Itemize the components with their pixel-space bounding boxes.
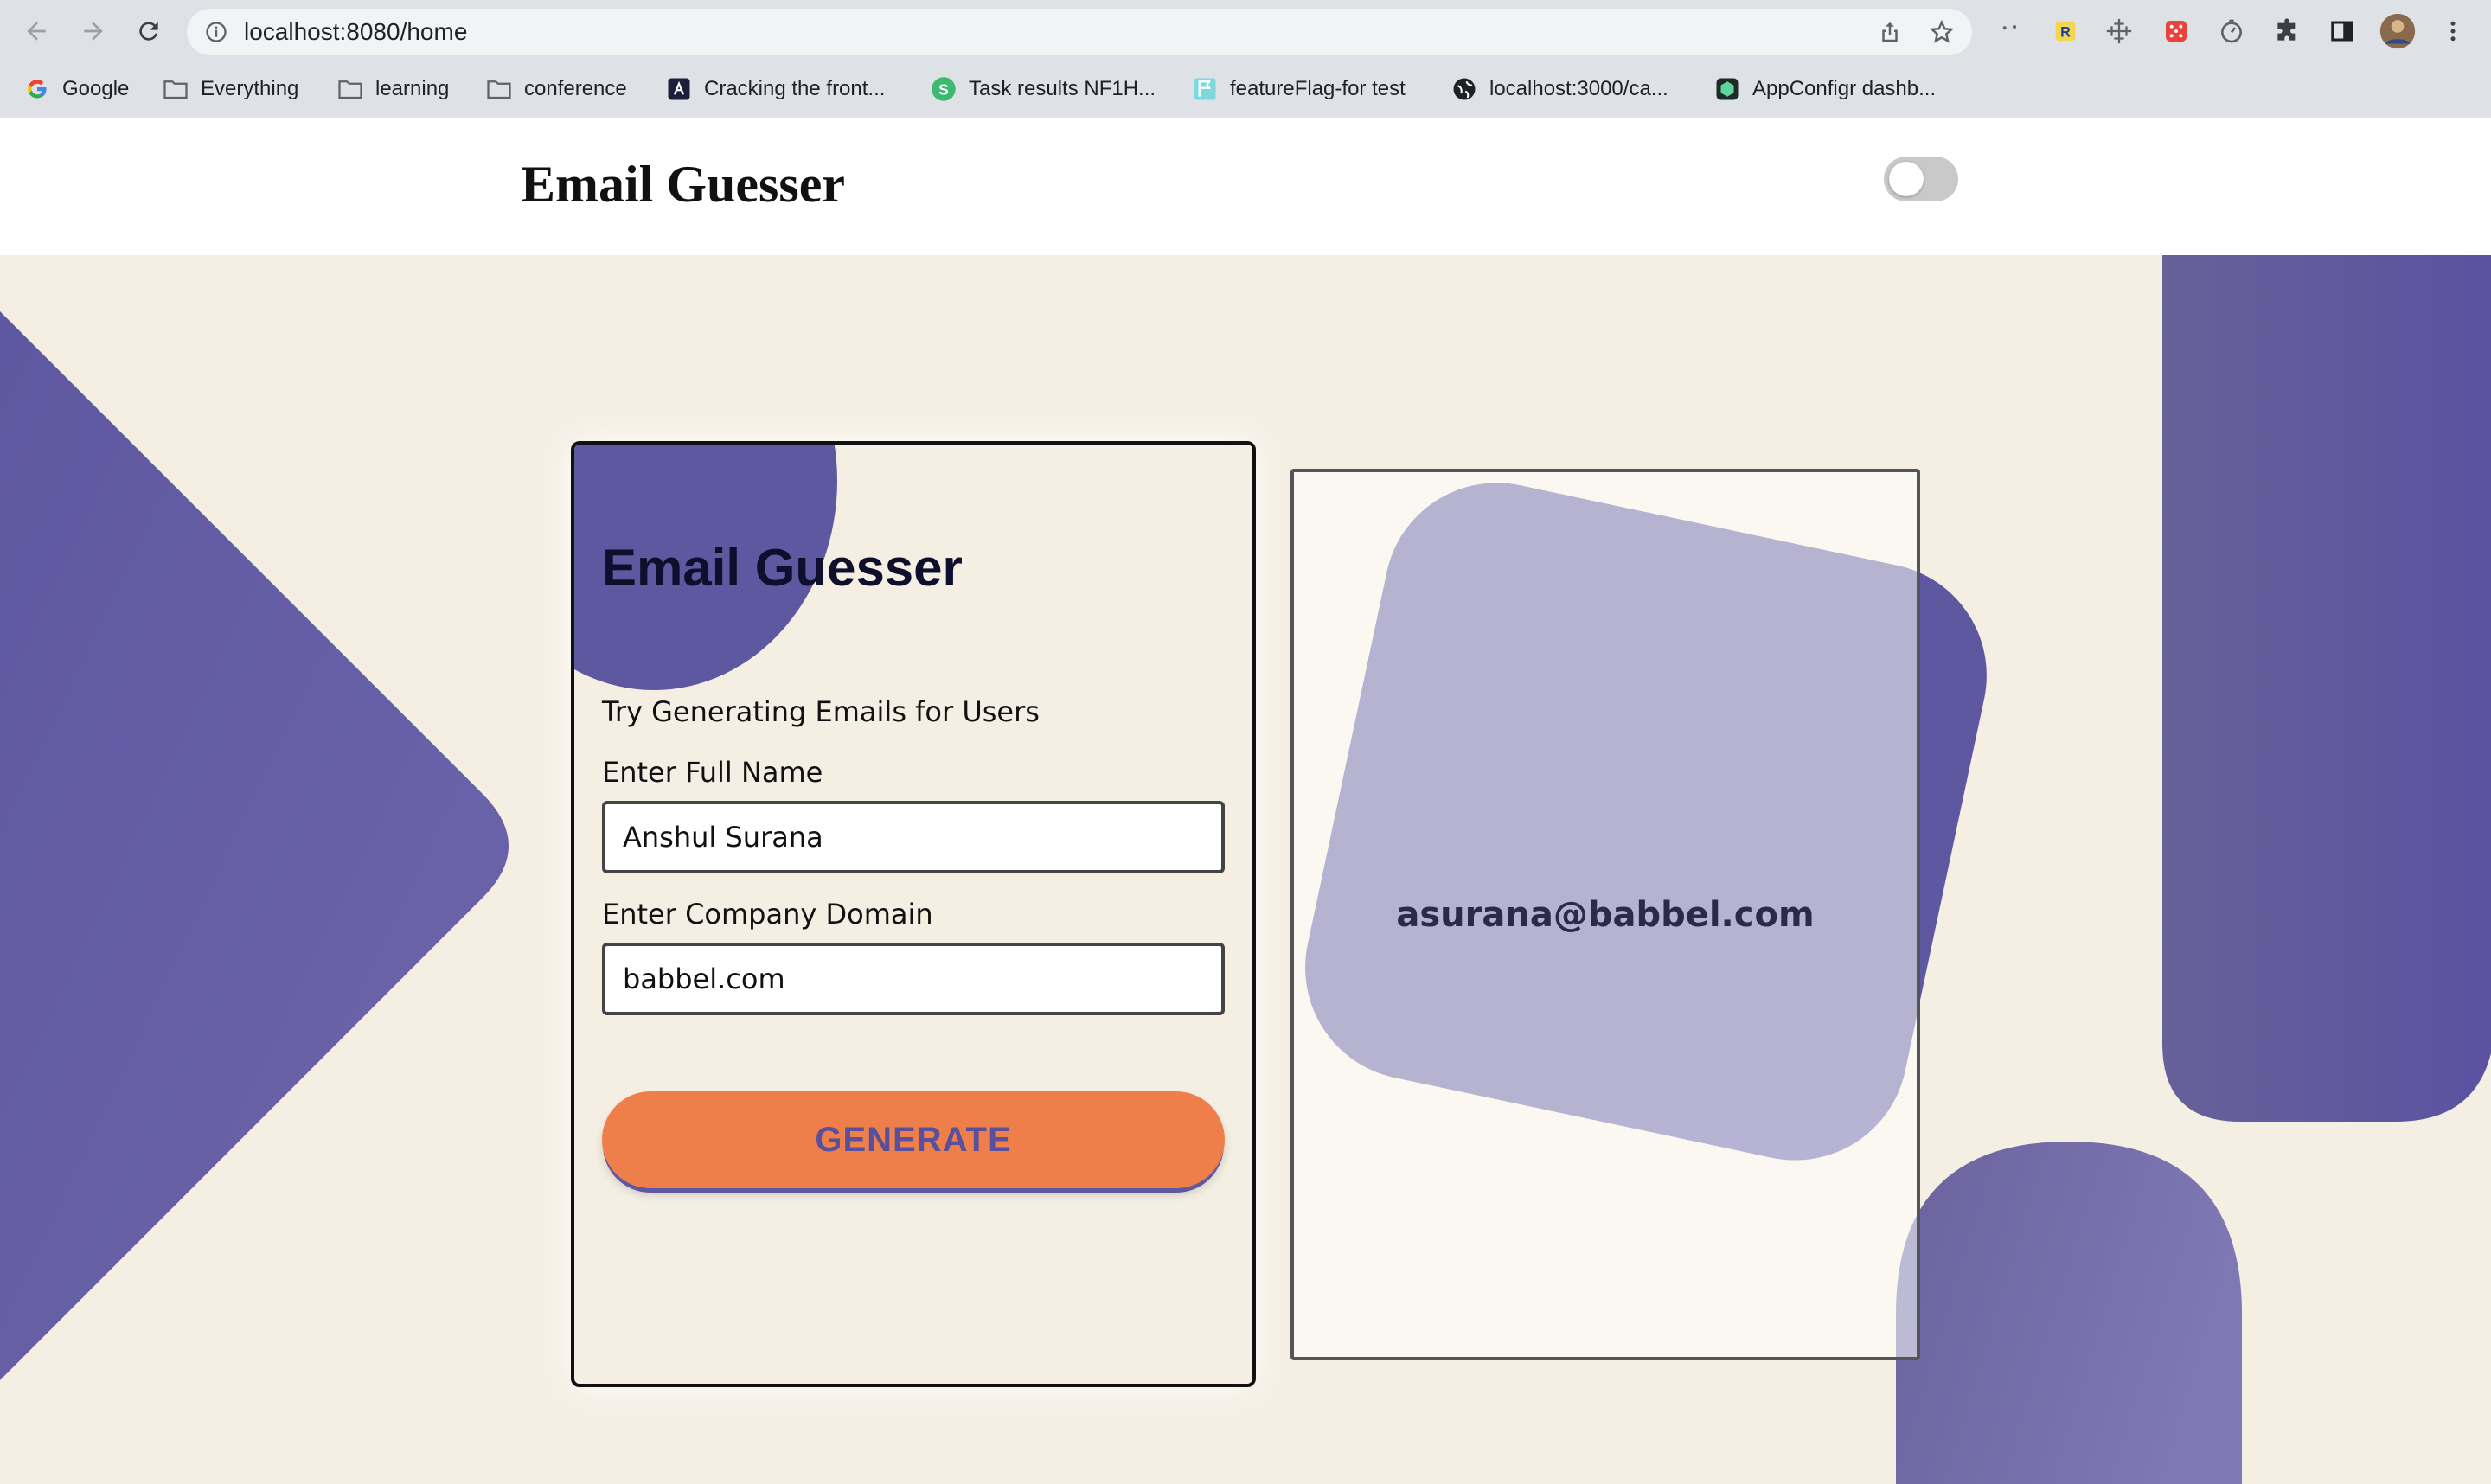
bookmark-label: conference — [524, 77, 627, 100]
form-heading: Email Guesser — [602, 539, 963, 597]
company-domain-input[interactable] — [602, 943, 1225, 1015]
bookmark-cracking-frontend[interactable]: Cracking the front... — [666, 69, 885, 109]
svg-text:S: S — [938, 80, 949, 98]
bookmark-label: Google — [62, 77, 130, 100]
extension-dots-icon[interactable] — [1991, 12, 2029, 50]
bookmark-folder-everything[interactable]: Everything — [163, 69, 298, 109]
page-title: Email Guesser — [521, 156, 845, 213]
back-button[interactable] — [17, 12, 55, 50]
company-domain-label: Enter Company Domain — [602, 898, 933, 931]
forward-arrow-icon — [84, 22, 103, 41]
reload-button[interactable] — [130, 12, 168, 50]
cube-icon — [1714, 76, 1740, 102]
app-header: Email Guesser — [0, 118, 2491, 255]
main-area: Email Guesser Try Generating Emails for … — [0, 255, 2491, 1484]
site-icon — [666, 76, 692, 102]
folder-icon — [337, 76, 363, 102]
folder-icon — [163, 76, 189, 102]
bookmark-label: AppConfigr dashb... — [1752, 77, 1937, 100]
bookmark-star-icon[interactable] — [1929, 19, 1955, 45]
full-name-label: Enter Full Name — [602, 756, 823, 789]
bookmarks-bar: Google Everything learning conference Cr… — [0, 69, 2491, 111]
extension-timer-icon[interactable] — [2212, 12, 2251, 50]
extension-measure-icon[interactable] — [2100, 12, 2138, 50]
profile-avatar[interactable] — [2379, 12, 2417, 50]
browser-menu-icon[interactable] — [2434, 12, 2472, 50]
extensions-puzzle-icon[interactable] — [2268, 12, 2306, 50]
email-form-card: Email Guesser Try Generating Emails for … — [571, 441, 1256, 1387]
full-name-input[interactable] — [602, 801, 1225, 873]
right-rounded-shape — [2162, 255, 2491, 1122]
bookmark-label: Everything — [201, 77, 299, 100]
bookmark-folder-conference[interactable]: conference — [486, 69, 627, 109]
folder-icon — [486, 76, 512, 102]
bookmark-label: localhost:3000/ca... — [1489, 77, 1668, 100]
back-arrow-icon — [27, 22, 46, 41]
side-panel-icon[interactable] — [2323, 12, 2361, 50]
svg-text:R: R — [2060, 24, 2071, 40]
forward-button[interactable] — [74, 12, 112, 50]
globe-icon — [1451, 76, 1477, 102]
bookmark-appconfigr[interactable]: AppConfigr dashb... — [1714, 69, 1936, 109]
url-text[interactable]: localhost:8080/home — [244, 19, 467, 45]
google-icon — [24, 76, 50, 102]
bookmark-label: learning — [375, 77, 450, 100]
extension-dice-icon[interactable] — [2157, 12, 2195, 50]
generated-email: asurana@babbel.com — [1396, 895, 1815, 935]
reload-icon — [139, 22, 158, 41]
s-icon: S — [931, 76, 957, 102]
info-icon[interactable] — [204, 20, 228, 44]
bookmark-label: Cracking the front... — [704, 77, 886, 100]
share-icon[interactable] — [1877, 19, 1903, 45]
bottom-rounded-shape — [1896, 1142, 2242, 1484]
bookmark-folder-learning[interactable]: learning — [337, 69, 449, 109]
address-bar[interactable]: localhost:8080/home — [187, 9, 1972, 55]
left-diamond-shape — [0, 311, 509, 1380]
toggle-knob — [1889, 162, 1924, 196]
bookmark-task-results[interactable]: S Task results NF1H... — [931, 69, 1156, 109]
bookmark-label: featureFlag-for test — [1230, 77, 1406, 100]
bookmark-featureflag[interactable]: featureFlag-for test — [1192, 69, 1406, 109]
bookmark-localhost-3000[interactable]: localhost:3000/ca... — [1451, 69, 1668, 109]
browser-toolbar: localhost:8080/home R Google Everything … — [0, 0, 2491, 118]
extension-r-icon[interactable]: R — [2046, 12, 2084, 50]
theme-toggle[interactable] — [1884, 157, 1958, 201]
bookmark-google[interactable]: Google — [24, 69, 129, 109]
bookmark-label: Task results NF1H... — [969, 77, 1156, 100]
flag-icon — [1192, 76, 1218, 102]
generate-button[interactable]: GENERATE — [602, 1091, 1225, 1188]
form-subtitle: Try Generating Emails for Users — [602, 695, 1040, 728]
